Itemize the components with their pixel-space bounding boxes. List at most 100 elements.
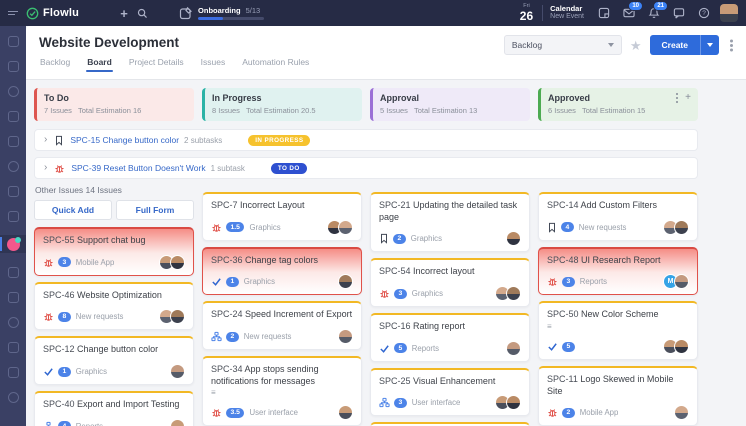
- tab-backlog[interactable]: Backlog: [39, 57, 71, 72]
- issue-card-spc-34[interactable]: SPC-34 App stops sending notifications f…: [202, 356, 362, 426]
- issue-card-spc-7[interactable]: SPC-7 Incorrect Layout1.5Graphics: [202, 192, 362, 241]
- tab-automation-rules[interactable]: Automation Rules: [241, 57, 310, 72]
- check-icon: [43, 366, 54, 377]
- column-name: To Do: [44, 93, 69, 103]
- more-options-icon[interactable]: [730, 44, 733, 47]
- column-header-in-progress[interactable]: In Progress8 IssuesTotal Estimation 20.5: [202, 88, 362, 121]
- issue-card-spc-40[interactable]: SPC-40 Export and Import Testing4Reports: [34, 391, 194, 426]
- assignee-avatars: [499, 395, 521, 410]
- sidebar-item-15[interactable]: [0, 391, 26, 403]
- notifications-bell-icon[interactable]: 21: [645, 4, 663, 22]
- new-event-link[interactable]: New Event: [550, 13, 584, 21]
- onboarding-progress-fill: [198, 17, 223, 20]
- estimate-badge: 1: [58, 367, 71, 377]
- sidebar-item-7[interactable]: [0, 185, 26, 197]
- assignee-avatars: [667, 339, 689, 354]
- issue-link[interactable]: SPC-15 Change button color: [70, 135, 179, 145]
- category-label: Graphics: [249, 223, 280, 232]
- sidebar-item-14[interactable]: [0, 366, 26, 378]
- category-label: Reports: [580, 277, 607, 286]
- sidebar-item-4[interactable]: [0, 110, 26, 122]
- sidebar-item-2[interactable]: [0, 60, 26, 72]
- expand-chevron-icon[interactable]: ›: [44, 163, 47, 173]
- create-button[interactable]: Create: [650, 35, 719, 55]
- column-menu-icon[interactable]: [676, 97, 679, 100]
- board-column-2: SPC-7 Incorrect Layout1.5Graphics SPC-36 …: [202, 184, 362, 426]
- category-label: Reports: [76, 422, 103, 426]
- swimlane-spc-15[interactable]: ›SPC-15 Change button color2 subtasksIN …: [34, 129, 698, 151]
- sidebar-item-5[interactable]: [0, 135, 26, 147]
- column-header-top: Approved+: [548, 93, 691, 103]
- calendar-widget[interactable]: Calendar New Event: [550, 4, 584, 21]
- sidebar-item-13[interactable]: [0, 341, 26, 353]
- tab-board[interactable]: Board: [86, 57, 113, 72]
- tab-project-details[interactable]: Project Details: [128, 57, 185, 72]
- sidebar-item-active-projects[interactable]: [0, 235, 26, 253]
- column-add-icon[interactable]: +: [685, 93, 691, 103]
- favorite-star-icon[interactable]: ★: [630, 39, 642, 52]
- sidebar-icon-8: [8, 211, 19, 222]
- issue-name: Incorrect Layout: [240, 200, 305, 210]
- estimate-badge: 4: [561, 222, 574, 232]
- sidebar-item-10[interactable]: [0, 266, 26, 278]
- swimlane-spc-39[interactable]: ›SPC-39 Reset Button Doesn't Work1 subta…: [34, 157, 698, 179]
- column-header-icons: +: [676, 93, 691, 103]
- sidebar-item-3[interactable]: [0, 85, 26, 97]
- column-header-approval[interactable]: Approval5 IssuesTotal Estimation 13: [370, 88, 530, 121]
- issue-card-spc-11[interactable]: SPC-11 Logo Skewed in Mobile Site2Mobile…: [538, 366, 698, 426]
- mail-icon[interactable]: 10: [620, 4, 638, 22]
- sidebar-item-8[interactable]: [0, 210, 26, 222]
- avatar: [338, 220, 353, 235]
- column-header-approved[interactable]: Approved+6 IssuesTotal Estimation 15: [538, 88, 698, 121]
- notes-icon[interactable]: [595, 4, 613, 22]
- onboarding-icon: [179, 6, 193, 20]
- user-avatar[interactable]: [720, 4, 738, 22]
- sidebar-item-6[interactable]: [0, 160, 26, 172]
- issue-link[interactable]: SPC-39 Reset Button Doesn't Work: [71, 163, 205, 173]
- issue-card-spc-21[interactable]: SPC-21 Updating the detailed task page2G…: [370, 192, 530, 252]
- quick-add-button[interactable]: Quick Add: [34, 200, 112, 220]
- bookmark-icon: [379, 233, 389, 244]
- issue-name: Speed Increment of Export: [245, 309, 352, 319]
- bug-icon: [43, 257, 54, 268]
- issue-title: SPC-34 App stops sending notifications f…: [211, 364, 353, 387]
- sidebar-item-1[interactable]: [0, 35, 26, 47]
- page-header: Website Development BacklogBoardProject …: [26, 26, 746, 80]
- create-dropdown-toggle[interactable]: [700, 35, 719, 55]
- issue-card-spc-24[interactable]: SPC-24 Speed Increment of Export2New req…: [202, 301, 362, 350]
- onboarding-widget[interactable]: Onboarding 5/13: [179, 6, 264, 20]
- onboarding-progress-count: 5/13: [246, 6, 261, 15]
- add-issue-buttons: Quick AddFull Form: [34, 200, 194, 220]
- tab-issues[interactable]: Issues: [200, 57, 227, 72]
- quick-add-icon[interactable]: +: [115, 4, 133, 22]
- issue-card-spc-16[interactable]: SPC-16 Rating report5Reports: [370, 313, 530, 362]
- issue-card-spc-36[interactable]: SPC-36 Change tag colors1Graphics: [202, 247, 362, 296]
- issue-card-spc-48[interactable]: SPC-48 UI Research Report3ReportsM: [538, 247, 698, 296]
- column-header-to-do[interactable]: To Do7 IssuesTotal Estimation 16: [34, 88, 194, 121]
- expand-chevron-icon[interactable]: ›: [44, 135, 47, 145]
- sidebar-item-11[interactable]: [0, 291, 26, 303]
- issue-card-spc-46[interactable]: SPC-46 Website Optimization8New requests: [34, 282, 194, 331]
- issue-card-spc-12[interactable]: SPC-12 Change button color1Graphics: [34, 336, 194, 385]
- issue-card-spc-55[interactable]: SPC-55 Support chat bug3Mobile App: [34, 227, 194, 276]
- brand-logo[interactable]: Flowlu: [26, 7, 79, 20]
- kanban-board: To Do7 IssuesTotal Estimation 16In Progr…: [26, 80, 746, 426]
- search-icon[interactable]: [133, 4, 151, 22]
- issue-card-spc-54[interactable]: SPC-54 Incorrect layout3Graphics: [370, 258, 530, 307]
- issue-card-spc-14[interactable]: SPC-14 Add Custom Filters4New requests: [538, 192, 698, 241]
- column-estimation: Total Estimation 15: [582, 106, 645, 115]
- chat-icon[interactable]: [670, 4, 688, 22]
- hamburger-menu-icon[interactable]: [8, 9, 18, 17]
- help-icon[interactable]: ?: [695, 4, 713, 22]
- sidebar-icon-1: [8, 36, 19, 47]
- issue-card-spc-50[interactable]: SPC-50 New Color Scheme≡5: [538, 301, 698, 360]
- category-label: New requests: [244, 332, 292, 341]
- issue-card-spc-25[interactable]: SPC-25 Visual Enhancement3User interface: [370, 368, 530, 417]
- date-widget[interactable]: Fri 26: [520, 4, 533, 22]
- sidebar-item-12[interactable]: [0, 316, 26, 328]
- flow-icon: [211, 331, 222, 342]
- column-issue-count: 5 Issues: [380, 106, 408, 115]
- full-form-button[interactable]: Full Form: [116, 200, 194, 220]
- view-select[interactable]: Backlog: [504, 35, 622, 55]
- issue-card-spc-44[interactable]: SPC-44 Create new layout: [370, 422, 530, 426]
